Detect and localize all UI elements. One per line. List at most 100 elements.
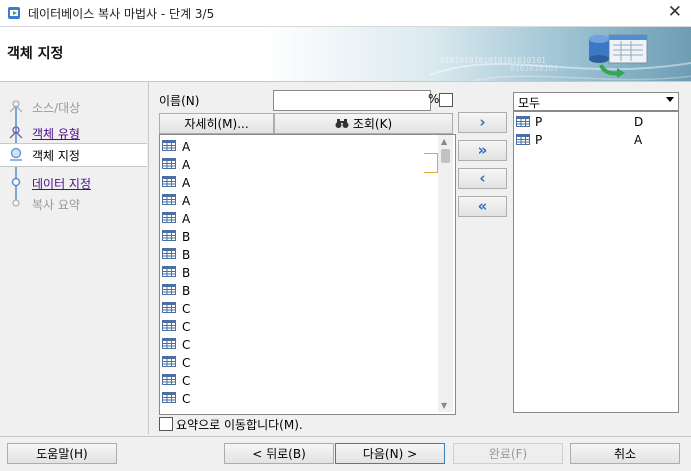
list-item-label: C <box>182 338 191 352</box>
selected-item-type: D <box>634 115 644 129</box>
table-icon <box>162 356 176 367</box>
list-item[interactable]: B <box>160 228 440 246</box>
table-icon <box>162 392 176 403</box>
list-item-label: B <box>182 284 191 298</box>
close-icon[interactable]: ✕ <box>668 2 682 22</box>
list-item-label: B <box>182 266 191 280</box>
available-objects-list[interactable]: AAAAABBBBCCCCCC <box>159 134 456 415</box>
list-item[interactable]: B <box>160 246 440 264</box>
move-all-left-button[interactable]: « <box>458 196 507 217</box>
table-icon <box>162 140 176 151</box>
list-item[interactable]: A <box>160 138 440 156</box>
table-icon <box>162 374 176 385</box>
step-pending-icon <box>11 177 21 187</box>
move-right-button[interactable]: › <box>458 112 507 133</box>
window-titlebar: 데이터베이스 복사 마법사 - 단계 3/5 ✕ <box>0 0 691 27</box>
list-item-label: C <box>182 320 191 334</box>
list-item[interactable]: B <box>160 264 440 282</box>
step-future-icon <box>12 199 20 207</box>
selected-filter-select[interactable]: 모두 <box>513 92 679 111</box>
back-button[interactable]: < 뒤로(B) <box>224 443 334 464</box>
step-source-target: 소스/대상 <box>0 96 147 118</box>
table-icon <box>162 338 176 349</box>
selected-objects-list[interactable]: PDPA <box>513 111 679 413</box>
move-left-button[interactable]: ‹ <box>458 168 507 189</box>
step-object-type[interactable]: 객체 유형 <box>0 122 147 144</box>
list-item-label: C <box>182 302 191 316</box>
scrollbar-thumb[interactable] <box>441 149 450 163</box>
list-item[interactable]: A <box>160 174 440 192</box>
table-icon <box>162 176 176 187</box>
step-done-icon <box>9 100 23 113</box>
list-item-label: C <box>182 392 191 406</box>
help-button[interactable]: 도움말(H) <box>7 443 117 464</box>
window-title: 데이터베이스 복사 마법사 - 단계 3/5 <box>28 7 215 21</box>
step-object-select: 객체 지정 <box>0 143 147 167</box>
go-to-summary-checkbox[interactable] <box>159 417 173 431</box>
scroll-down-arrow-icon[interactable]: ▼ <box>441 401 447 410</box>
step-current-icon <box>10 147 22 161</box>
finish-button: 완료(F) <box>453 443 563 464</box>
database-copy-wizard-icon <box>8 7 20 19</box>
database-copy-icon <box>589 34 648 78</box>
move-all-right-button[interactable]: » <box>458 140 507 161</box>
available-list-scrollbar[interactable]: ▲ ▼ <box>438 135 453 412</box>
list-item[interactable]: PA <box>514 131 678 149</box>
step-label: 복사 요약 <box>32 198 80 212</box>
list-item[interactable]: B <box>160 282 440 300</box>
step-label: 소스/대상 <box>32 101 81 115</box>
list-item-label: A <box>182 176 191 190</box>
table-icon <box>162 284 176 295</box>
next-button[interactable]: 다음(N) > <box>335 443 445 464</box>
list-item[interactable]: A <box>160 156 440 174</box>
step-label[interactable]: 데이터 지정 <box>32 175 91 192</box>
step-data-select[interactable]: 데이터 지정 <box>0 172 147 194</box>
details-button[interactable]: 자세히(M)... <box>159 113 274 134</box>
list-item[interactable]: PD <box>514 113 678 131</box>
selected-item-name: P <box>535 115 543 129</box>
table-icon <box>162 194 176 205</box>
table-icon <box>162 230 176 241</box>
list-item[interactable]: C <box>160 336 440 354</box>
list-item-label: A <box>182 158 191 172</box>
list-item-label: C <box>182 356 191 370</box>
table-icon <box>162 266 176 277</box>
cancel-button[interactable]: 취소 <box>570 443 680 464</box>
search-button-label: 조회(K) <box>352 117 393 131</box>
table-icon <box>162 158 176 169</box>
step-label[interactable]: 객체 유형 <box>32 125 80 142</box>
selected-item-name: P <box>535 133 543 147</box>
table-icon <box>162 212 176 223</box>
table-icon <box>162 320 176 331</box>
name-filter-input[interactable] <box>273 90 431 111</box>
list-item[interactable]: C <box>160 300 440 318</box>
focus-indicator <box>424 153 438 173</box>
list-item-label: A <box>182 194 191 208</box>
list-item[interactable]: C <box>160 318 440 336</box>
list-item[interactable]: C <box>160 390 440 408</box>
header-binary-decoration-2: 0101010101 <box>510 64 559 73</box>
step-label: 객체 지정 <box>32 149 80 163</box>
table-icon <box>162 302 176 313</box>
list-item[interactable]: C <box>160 372 440 390</box>
list-item-label: A <box>182 212 191 226</box>
name-label: 이름(N) <box>159 94 200 108</box>
list-item-label: B <box>182 230 191 244</box>
percent-checkbox[interactable] <box>439 93 453 107</box>
go-to-summary-label[interactable]: 요약으로 이동합니다(M). <box>176 416 303 433</box>
chevron-down-icon <box>666 97 674 102</box>
wizard-header: 0101010101010101010101 0101010101 객체 지정 <box>0 27 691 82</box>
selected-filter-value: 모두 <box>518 96 541 110</box>
search-button[interactable]: 조회(K) <box>274 113 453 134</box>
table-icon <box>516 134 530 145</box>
list-item[interactable]: A <box>160 192 440 210</box>
list-item-label: B <box>182 248 191 262</box>
percent-label: % <box>428 92 440 106</box>
page-title: 객체 지정 <box>7 46 64 62</box>
step-copy-summary: 복사 요약 <box>0 193 147 215</box>
list-item[interactable]: C <box>160 354 440 372</box>
scroll-up-arrow-icon[interactable]: ▲ <box>441 137 447 146</box>
selected-item-type: A <box>634 133 643 147</box>
list-item[interactable]: A <box>160 210 440 228</box>
step-navigation: 소스/대상 객체 유형 객체 지정 데이터 지정 복사 요약 <box>0 82 149 434</box>
